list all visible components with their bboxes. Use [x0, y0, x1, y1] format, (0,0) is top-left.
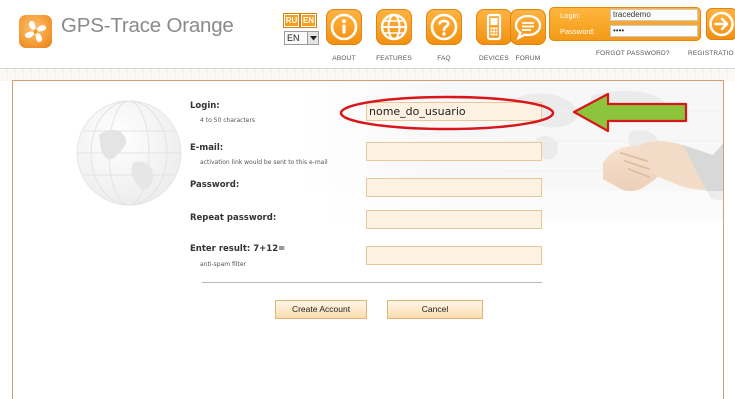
- header-login-input[interactable]: tracedemo: [610, 9, 698, 21]
- create-account-button[interactable]: Create Account: [275, 300, 367, 319]
- language-flag-en[interactable]: EN: [300, 13, 317, 28]
- repeat-password-label: Repeat password:: [190, 213, 277, 223]
- forgot-password-link[interactable]: FORGOT PASSWORD?: [596, 50, 670, 57]
- language-flags: RU EN: [283, 13, 318, 28]
- form-divider: [202, 282, 542, 283]
- captcha-hint: anti-spam filter: [200, 261, 246, 268]
- header: GPS-Trace Orange RU EN EN ABOUT FEATURES…: [0, 0, 735, 68]
- globe-icon: [376, 9, 412, 45]
- repeat-password-input[interactable]: [366, 210, 542, 229]
- login-input[interactable]: nome_do_usuario: [366, 102, 542, 121]
- nav-features-label: FEATURES: [376, 55, 412, 62]
- header-password-label: Password:: [560, 27, 596, 36]
- login-label: Login:: [190, 101, 220, 111]
- captcha-label: Enter result: 7+12=: [190, 244, 286, 254]
- logo-text[interactable]: GPS-Trace Orange: [61, 14, 234, 38]
- globe-illustration-icon: [76, 100, 182, 206]
- nav-about[interactable]: ABOUT: [318, 9, 368, 64]
- email-input[interactable]: [366, 142, 542, 161]
- header-login-panel: Login: tracedemo Password: ••••: [549, 7, 701, 41]
- chevron-down-icon[interactable]: [307, 32, 318, 44]
- password-label: Password:: [190, 180, 240, 190]
- nav-features[interactable]: FEATURES: [368, 9, 418, 64]
- chat-bubble-icon: [510, 9, 546, 45]
- nav-about-label: ABOUT: [332, 55, 356, 62]
- email-hint: activation link would be sent to this e-…: [200, 159, 328, 166]
- password-input[interactable]: [366, 178, 542, 197]
- language-select-value: EN: [287, 33, 300, 43]
- header-password-input[interactable]: ••••: [610, 25, 698, 37]
- registration-panel: Login: 4 to 50 characters nome_do_usuari…: [12, 80, 724, 399]
- email-label: E-mail:: [190, 143, 224, 153]
- registration-link[interactable]: REGISTRATIO: [688, 50, 734, 57]
- captcha-input[interactable]: [366, 246, 542, 265]
- language-flag-ru[interactable]: RU: [283, 13, 300, 28]
- info-icon: [326, 9, 362, 45]
- language-select[interactable]: EN: [284, 31, 319, 45]
- question-icon: [426, 9, 462, 45]
- nav-forum[interactable]: FORUM: [502, 9, 552, 64]
- nav-forum-label: FORUM: [515, 55, 541, 62]
- login-hint: 4 to 50 characters: [200, 117, 256, 124]
- header-login-label: Login:: [560, 11, 581, 20]
- fan-logo-icon[interactable]: [19, 15, 52, 48]
- cancel-button[interactable]: Cancel: [387, 300, 483, 319]
- arrow-right-icon[interactable]: [706, 8, 735, 40]
- nav-faq[interactable]: FAQ: [418, 9, 468, 64]
- nav-faq-label: FAQ: [437, 55, 451, 62]
